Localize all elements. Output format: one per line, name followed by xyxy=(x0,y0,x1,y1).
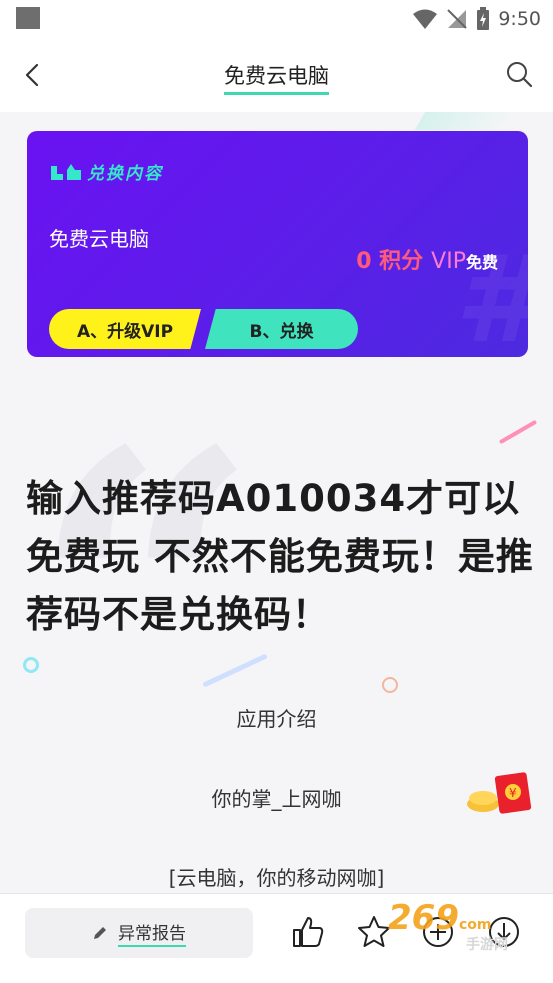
site-watermark-logo: 269com xyxy=(388,898,492,938)
deco-pink-line xyxy=(498,419,538,445)
svg-text:¥: ¥ xyxy=(509,786,517,800)
no-signal-icon xyxy=(447,9,468,29)
page-title: 免费云电脑 xyxy=(0,60,553,95)
deco-green-stripe xyxy=(414,112,516,130)
wifi-icon xyxy=(413,9,438,29)
report-button[interactable]: 异常报告 xyxy=(25,908,253,958)
exchange-icon xyxy=(51,163,81,180)
card-header-text: 兑换内容 xyxy=(87,164,163,184)
vip-label: VIP xyxy=(431,249,466,274)
exchange-button[interactable]: B、兑换 xyxy=(205,309,358,349)
section-intro: 应用介绍 xyxy=(236,707,317,731)
free-label: 免费 xyxy=(465,253,498,272)
star-icon[interactable] xyxy=(356,914,392,950)
points-value: 0 积分 xyxy=(356,249,424,274)
card-header: 兑换内容 xyxy=(49,159,163,184)
card-points: 0 积分 VIP 免费 xyxy=(356,243,498,275)
deco-orange-circle xyxy=(382,677,398,693)
section-desc: [云电脑，你的移动网咖] xyxy=(168,866,385,890)
card-subtitle: 免费云电脑 xyxy=(49,227,149,251)
status-indicators: 9:50 xyxy=(412,6,541,32)
like-icon[interactable] xyxy=(290,914,326,950)
bottom-bar: 异常报告 269com 手游网 xyxy=(0,893,553,983)
headline-text: 输入推荐码A010034才可以免费玩 不然不能免费玩！是推荐码不是兑换码！ xyxy=(26,477,534,636)
notification-app-icon xyxy=(16,7,40,29)
battery-charging-icon xyxy=(477,7,490,30)
red-packet-icon[interactable]: ¥ xyxy=(465,768,533,818)
exchange-card: # 兑换内容 免费云电脑 0 积分 VIP免费 A、升级VIP B、兑换 xyxy=(27,131,528,357)
pencil-icon xyxy=(94,927,106,939)
search-icon[interactable] xyxy=(505,60,533,88)
status-bar: 9:50 xyxy=(0,0,553,38)
site-watermark-sub: 手游网 xyxy=(466,937,508,953)
upgrade-vip-button[interactable]: A、升级VIP xyxy=(49,309,201,349)
report-label: 异常报告 xyxy=(118,919,186,947)
status-time: 9:50 xyxy=(498,8,541,30)
nav-bar: 免费云电脑 xyxy=(0,38,553,112)
